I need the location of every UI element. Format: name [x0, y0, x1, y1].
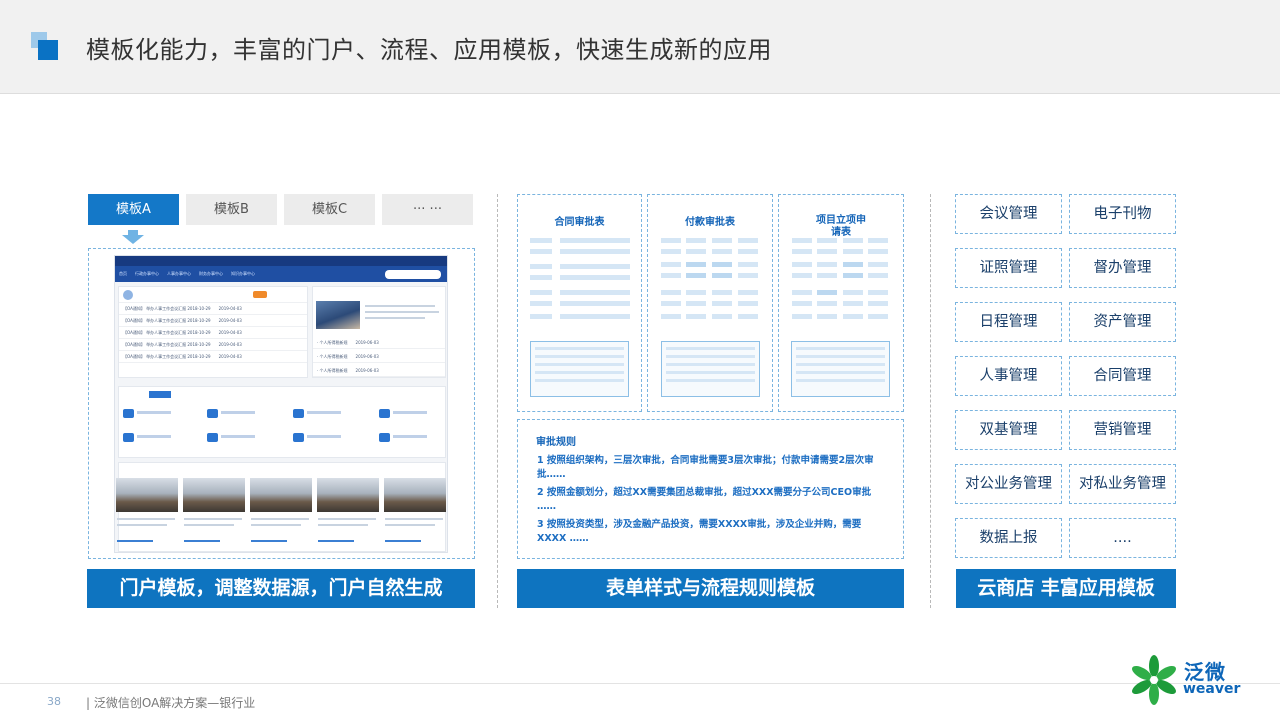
section-divider — [930, 194, 931, 608]
weaver-logo: 泛微 weaver — [1131, 654, 1241, 706]
app-corporate-business[interactable]: 对公业务管理 — [955, 464, 1062, 504]
app-hr[interactable]: 人事管理 — [955, 356, 1062, 396]
app-supervision[interactable]: 督办管理 — [1069, 248, 1176, 288]
footer-text: | 泛微信创OA解决方案—银行业 — [86, 696, 256, 710]
rule-item: 1 按照组织架构，三层次审批，合同审批需要3层次审批；付款申请需要2层次审批…… — [537, 455, 874, 480]
form-card-title: 付款审批表 — [685, 217, 735, 228]
app-store-banner: 云商店 丰富应用模板 — [956, 569, 1176, 608]
rule-item: 2 按照金额划分，超过XX需要集团总裁审批，超过XXX需要分子公司CEO审批 …… — [537, 487, 872, 512]
square-icon — [31, 32, 59, 60]
app-epublication[interactable]: 电子刊物 — [1069, 194, 1176, 234]
page-number: 38 — [47, 695, 61, 708]
app-license[interactable]: 证照管理 — [955, 248, 1062, 288]
arrow-down-icon — [122, 230, 144, 244]
tab-template-c[interactable]: 模板C — [284, 194, 375, 225]
title-bar: 模板化能力，丰富的门户、流程、应用模板，快速生成新的应用 — [0, 0, 1280, 94]
app-contract[interactable]: 合同管理 — [1069, 356, 1176, 396]
form-card-title: 项目立项申 请表 — [816, 215, 866, 238]
approval-rules-title: 审批规则 — [536, 437, 576, 448]
portal-screenshot: 首页 行政办事中心 人事办事中心 财务办事中心 知识办事中心 【OA通知】 举办人事工作… — [114, 255, 448, 553]
app-meeting[interactable]: 会议管理 — [955, 194, 1062, 234]
app-personal-business[interactable]: 对私业务管理 — [1069, 464, 1176, 504]
section-divider — [497, 194, 498, 608]
logo-text-en: weaver — [1183, 681, 1241, 697]
portal-template-banner: 门户模板，调整数据源，门户自然生成 — [87, 569, 475, 608]
app-schedule[interactable]: 日程管理 — [955, 302, 1062, 342]
app-more[interactable]: .... — [1069, 518, 1176, 558]
app-shuangji[interactable]: 双基管理 — [955, 410, 1062, 450]
app-data-report[interactable]: 数据上报 — [955, 518, 1062, 558]
app-marketing[interactable]: 营销管理 — [1069, 410, 1176, 450]
rule-item: 3 按照投资类型，涉及金融产品投资，需要XXXX审批，涉及企业并购，需要XXXX… — [537, 519, 862, 544]
weaver-leaf-icon — [1132, 655, 1176, 705]
tab-template-b[interactable]: 模板B — [186, 194, 277, 225]
tab-template-a[interactable]: 模板A — [88, 194, 179, 225]
app-assets[interactable]: 资产管理 — [1069, 302, 1176, 342]
form-template-banner: 表单样式与流程规则模板 — [517, 569, 904, 608]
tab-more[interactable]: ··· ··· — [382, 194, 473, 225]
form-card-title: 合同审批表 — [554, 217, 605, 228]
page-title: 模板化能力，丰富的门户、流程、应用模板，快速生成新的应用 — [86, 36, 772, 64]
footer-divider — [0, 683, 1280, 684]
